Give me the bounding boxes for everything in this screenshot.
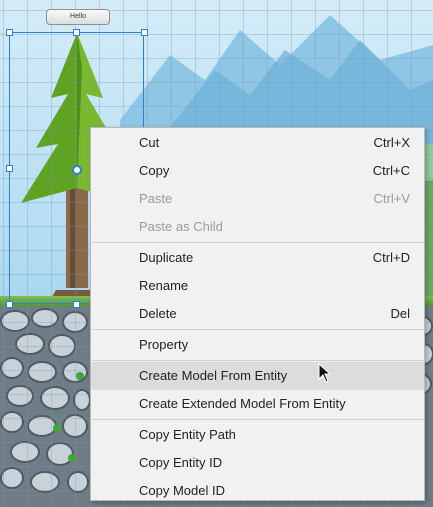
menu-item-shortcut: Ctrl+C bbox=[372, 163, 410, 178]
menu-item-create-extended-model-from-entity[interactable]: Create Extended Model From Entity bbox=[91, 390, 424, 418]
resize-handle-bottom[interactable] bbox=[73, 301, 80, 308]
menu-item-label: Copy Model ID bbox=[139, 483, 225, 498]
menu-item-label: Paste as Child bbox=[139, 219, 223, 234]
menu-item-paste: Paste Ctrl+V bbox=[91, 185, 424, 213]
menu-item-label: Duplicate bbox=[139, 250, 194, 265]
menu-item-label: Copy bbox=[139, 163, 170, 178]
resize-handle-top[interactable] bbox=[73, 29, 80, 36]
menu-item-label: Copy Entity Path bbox=[139, 427, 236, 442]
menu-item-label: Delete bbox=[139, 306, 177, 321]
menu-item-paste-as-child: Paste as Child bbox=[91, 213, 424, 241]
menu-item-create-model-from-entity[interactable]: Create Model From Entity bbox=[91, 362, 424, 390]
menu-separator bbox=[92, 242, 424, 243]
menu-item-cut[interactable]: Cut Ctrl+X bbox=[91, 129, 424, 157]
resize-handle-left[interactable] bbox=[6, 165, 13, 172]
menu-item-label: Create Extended Model From Entity bbox=[139, 396, 346, 411]
menu-item-copy-entity-id[interactable]: Copy Entity ID bbox=[91, 449, 424, 477]
menu-item-label: Paste bbox=[139, 191, 173, 206]
menu-item-property[interactable]: Property bbox=[91, 331, 424, 359]
menu-item-label: Copy Entity ID bbox=[139, 455, 223, 470]
pivot-handle[interactable] bbox=[72, 165, 82, 175]
entity-name-tag[interactable]: Hello bbox=[46, 9, 110, 25]
menu-item-copy-model-id[interactable]: Copy Model ID bbox=[91, 477, 424, 505]
menu-item-shortcut: Ctrl+V bbox=[373, 191, 410, 206]
menu-item-label: Cut bbox=[139, 135, 160, 150]
menu-item-copy-entity-path[interactable]: Copy Entity Path bbox=[91, 421, 424, 449]
resize-handle-bottom-left[interactable] bbox=[6, 301, 13, 308]
resize-handle-top-left[interactable] bbox=[6, 29, 13, 36]
menu-item-label: Create Model From Entity bbox=[139, 368, 288, 383]
menu-item-copy[interactable]: Copy Ctrl+C bbox=[91, 157, 424, 185]
resize-handle-top-right[interactable] bbox=[141, 29, 148, 36]
context-menu: Cut Ctrl+X Copy Ctrl+C Paste Ctrl+V Paste as C… bbox=[90, 127, 425, 501]
menu-item-duplicate[interactable]: Duplicate Ctrl+D bbox=[91, 244, 424, 272]
menu-separator bbox=[92, 419, 424, 420]
menu-separator bbox=[92, 360, 424, 361]
menu-item-shortcut: Del bbox=[390, 306, 410, 321]
menu-item-label: Property bbox=[139, 337, 189, 352]
menu-item-delete[interactable]: Delete Del bbox=[91, 300, 424, 328]
mouse-cursor-icon bbox=[318, 363, 332, 383]
menu-item-label: Rename bbox=[139, 278, 189, 293]
menu-item-shortcut: Ctrl+X bbox=[373, 135, 410, 150]
menu-separator bbox=[92, 329, 424, 330]
menu-item-shortcut: Ctrl+D bbox=[372, 250, 410, 265]
menu-item-rename[interactable]: Rename bbox=[91, 272, 424, 300]
